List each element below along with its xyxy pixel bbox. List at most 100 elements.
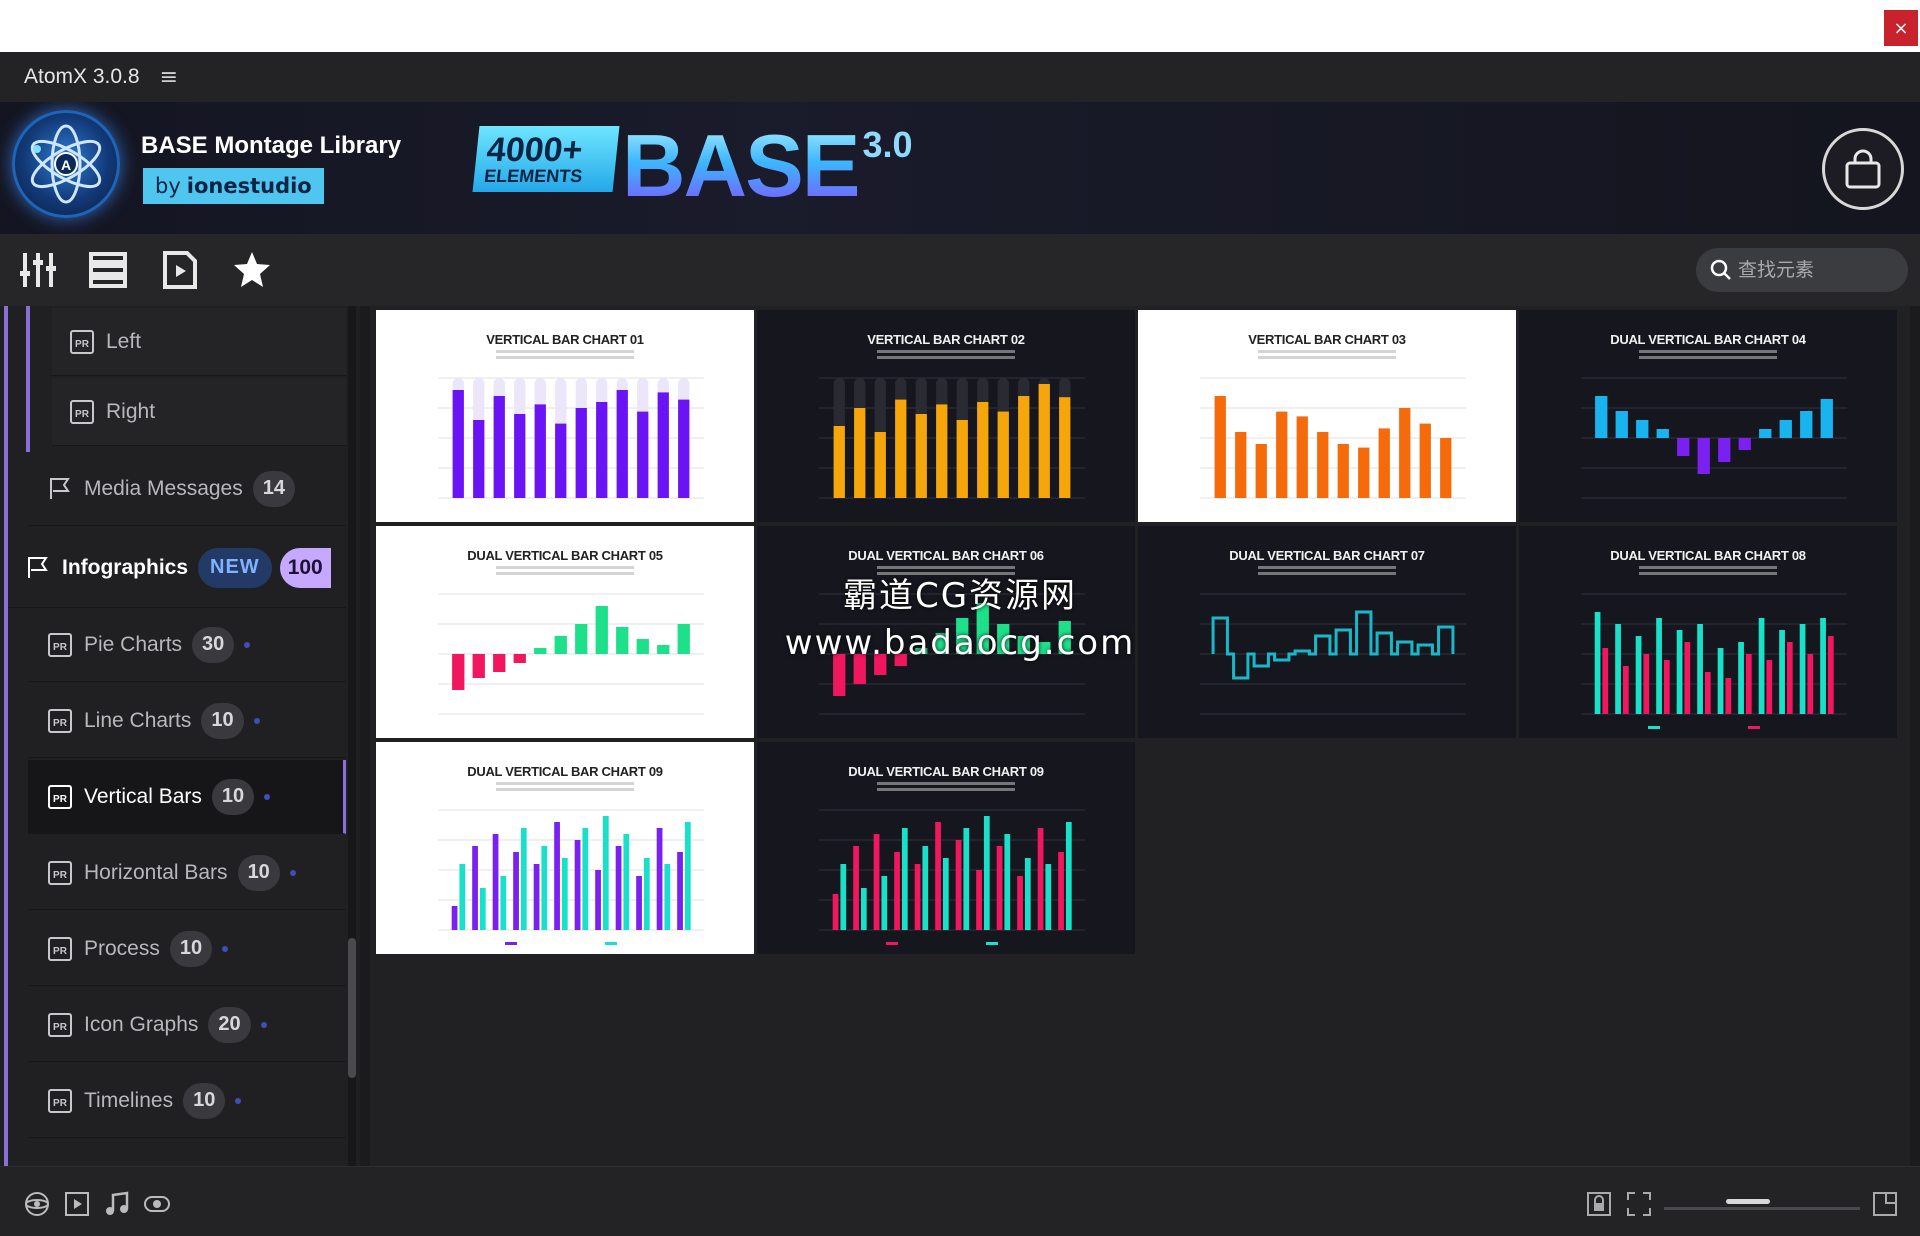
chart-bar — [894, 852, 900, 930]
folder-flag-icon — [50, 477, 70, 499]
expand-icon[interactable] — [1870, 1189, 1900, 1219]
3d-object-icon[interactable] — [22, 1189, 52, 1219]
window-close-button[interactable]: × — [1884, 10, 1918, 46]
template-thumbnail[interactable]: DUAL VERTICAL BAR CHART 04 — [1519, 310, 1897, 522]
category-label: Infographics — [62, 555, 189, 579]
chart-bar — [637, 411, 649, 498]
hero-version: 3.0 — [862, 124, 913, 165]
chart-bar — [554, 822, 560, 930]
sidebar-category-infographics[interactable]: Infographics NEW 100 — [8, 528, 346, 608]
template-thumbnail[interactable]: VERTICAL BAR CHART 03 — [1138, 310, 1516, 522]
chart-bar — [1214, 396, 1226, 498]
search-box[interactable] — [1696, 248, 1908, 292]
chart-bar — [832, 894, 839, 930]
chart-bar — [1235, 432, 1247, 498]
chart-bar — [915, 414, 927, 498]
sidebar-item-horizontal-bars[interactable]: PR Horizontal Bars 10 — [28, 836, 346, 910]
chart-bar — [534, 648, 547, 654]
os-window-bar: × — [0, 0, 1920, 52]
item-count-badge: 10 — [237, 854, 280, 891]
list-view-icon[interactable] — [88, 250, 128, 290]
template-thumbnail[interactable]: DUAL VERTICAL BAR CHART 09 — [757, 742, 1135, 954]
chart-bar — [472, 846, 478, 930]
preview-eye-icon[interactable] — [142, 1189, 172, 1219]
sidebar-item-left[interactable]: PR Left — [52, 308, 346, 376]
zoom-slider-track[interactable] — [1664, 1207, 1860, 1210]
hamburger-menu-icon[interactable]: ≡ — [160, 65, 178, 90]
chart-bar — [657, 645, 670, 654]
lock-icon[interactable] — [1584, 1189, 1614, 1219]
chart-bar — [500, 876, 507, 930]
sidebar-item-timelines[interactable]: PR Timelines 10 — [28, 1064, 346, 1138]
template-thumbnail[interactable]: DUAL VERTICAL BAR CHART 07 — [1138, 526, 1516, 738]
chart-bar — [1615, 411, 1628, 438]
chart-bar — [873, 834, 880, 930]
svg-text:PR: PR — [53, 870, 68, 881]
item-count-badge: 30 — [192, 626, 235, 663]
chart-bar — [1766, 660, 1773, 714]
svg-text:PR: PR — [53, 718, 68, 729]
chart-bar — [1058, 852, 1064, 930]
author-prefix: by — [155, 174, 181, 198]
sidebar-item-process[interactable]: PR Process 10 — [28, 912, 346, 986]
chart-bar — [1697, 624, 1703, 714]
chart-bar — [860, 888, 867, 930]
sidebar-scrollbar-thumb[interactable] — [348, 938, 356, 1078]
chart-bar — [452, 654, 465, 690]
chart-bar — [955, 840, 962, 930]
chart-bar — [615, 846, 622, 930]
chart-bar — [983, 816, 990, 930]
sidebar-item-pie-charts[interactable]: PR Pie Charts 30 — [28, 608, 346, 682]
chart-bar — [833, 426, 845, 498]
sidebar-item-label: Media Messages — [84, 476, 243, 500]
sidebar-item-icon-graphs[interactable]: PR Icon Graphs 20 — [28, 988, 346, 1062]
chart-bar — [582, 828, 589, 930]
mixer-sliders-icon[interactable] — [18, 250, 58, 290]
premiere-file-icon: PR — [48, 784, 72, 809]
library-banner: A BASE Montage Library by ionestudio 400… — [0, 102, 1920, 234]
sidebar-item-vertical-bars[interactable]: PR Vertical Bars 10 — [28, 760, 346, 834]
bar-chart-preview — [819, 593, 1085, 715]
bar-chart-preview — [1581, 377, 1847, 499]
item-count-badge: 20 — [208, 1006, 251, 1043]
atomx-logo: A — [12, 110, 120, 218]
chart-bar — [976, 603, 989, 654]
svg-text:PR: PR — [53, 1098, 68, 1109]
search-input[interactable] — [1738, 259, 1888, 281]
item-count-badge: 14 — [252, 470, 295, 507]
video-clip-icon[interactable] — [62, 1189, 92, 1219]
chart-bar — [1017, 636, 1030, 654]
shop-button[interactable] — [1822, 128, 1904, 210]
category-count-badge: 100 — [279, 547, 331, 588]
author-badge[interactable]: by ionestudio — [143, 168, 324, 204]
template-thumbnail[interactable]: DUAL VERTICAL BAR CHART 09 — [376, 742, 754, 954]
template-thumbnail[interactable]: DUAL VERTICAL BAR CHART 05 — [376, 526, 754, 738]
template-thumbnail[interactable]: DUAL VERTICAL BAR CHART 08 — [1519, 526, 1897, 738]
media-play-icon[interactable] — [160, 250, 200, 290]
chart-bar — [956, 420, 968, 498]
sidebar-item-line-charts[interactable]: PR Line Charts 10 — [28, 684, 346, 758]
zoom-slider-handle[interactable] — [1726, 1199, 1770, 1204]
svg-text:PR: PR — [53, 946, 68, 957]
sidebar-accent-line — [4, 306, 8, 1166]
favorites-star-icon[interactable] — [232, 250, 272, 290]
item-count-badge: 10 — [169, 930, 213, 967]
chart-bar — [636, 876, 642, 930]
chart-bar — [657, 392, 669, 498]
sidebar-item-label: Vertical Bars — [84, 784, 202, 808]
fit-frame-icon[interactable] — [1624, 1189, 1654, 1219]
chart-bar — [833, 654, 846, 696]
chart-bar — [452, 390, 464, 498]
template-thumbnail[interactable]: VERTICAL BAR CHART 01 — [376, 310, 754, 522]
chart-bar — [935, 822, 941, 930]
template-thumbnail[interactable]: VERTICAL BAR CHART 02 — [757, 310, 1135, 522]
music-note-icon[interactable] — [102, 1189, 132, 1219]
template-thumbnail[interactable]: DUAL VERTICAL BAR CHART 06 — [757, 526, 1135, 738]
chart-bar — [942, 858, 949, 930]
chart-bar — [1440, 438, 1452, 498]
sidebar-item-media-messages[interactable]: Media Messages 14 — [28, 452, 346, 526]
chart-legend-swatch — [1648, 726, 1660, 729]
sidebar-item-right[interactable]: PR Right — [52, 378, 346, 446]
svg-text:PR: PR — [53, 642, 68, 653]
chart-bar — [493, 396, 505, 498]
